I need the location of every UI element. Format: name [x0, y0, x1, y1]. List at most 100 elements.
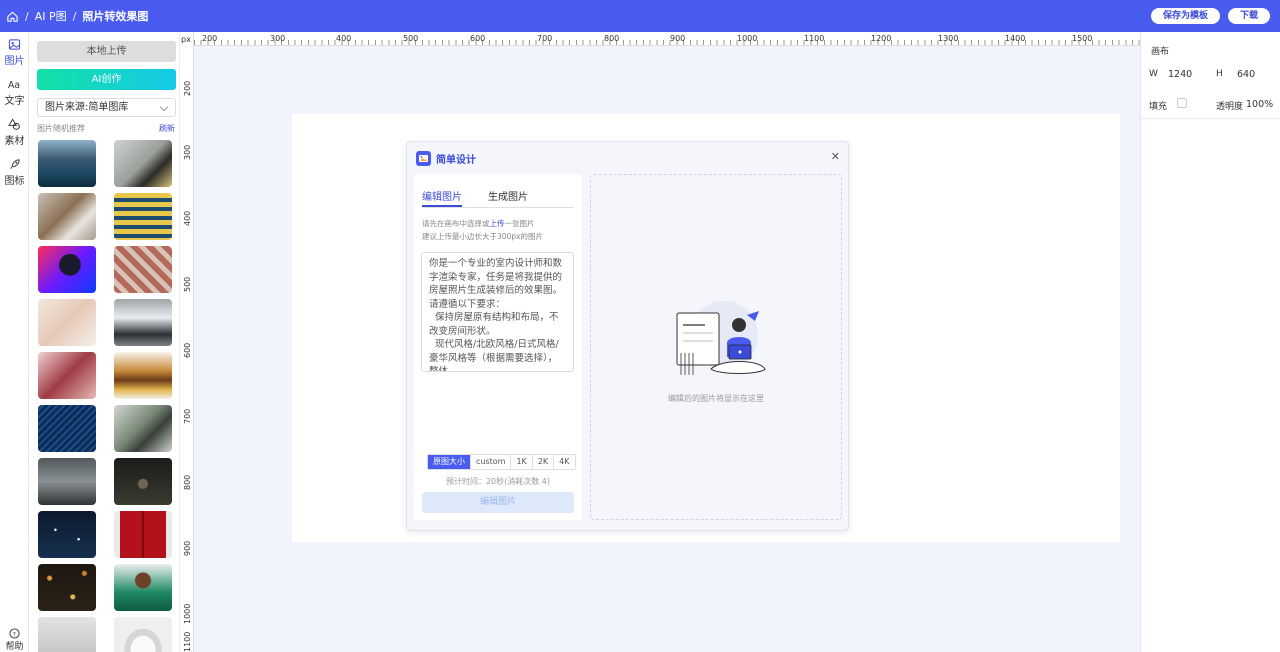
edit-image-button[interactable]: 编辑图片	[422, 492, 574, 513]
prompt-input[interactable]: 你是一个专业的室内设计师和数字渲染专家，任务是将我提供的房屋照片生成装修后的效果…	[421, 252, 574, 372]
hint-text: 一张图片	[504, 219, 535, 228]
thumbnail-neon-portrait[interactable]	[38, 246, 96, 293]
thumbnail-smiling-man[interactable]	[114, 564, 172, 611]
v-ruler-label: 800	[183, 474, 192, 490]
h-ruler-label: 1200	[871, 34, 892, 43]
chevron-down-icon	[159, 102, 169, 112]
thumbnail-arch[interactable]	[114, 617, 172, 652]
opacity-input[interactable]: 100%	[1246, 99, 1273, 110]
help-icon: ?	[9, 628, 20, 639]
h-ruler-label: 1000	[737, 34, 758, 43]
width-input[interactable]: 1240	[1168, 69, 1192, 80]
thumbnail-burger[interactable]	[114, 352, 172, 399]
v-ruler-label: 1100	[183, 631, 192, 652]
size-option-1k[interactable]: 1K	[511, 455, 533, 469]
rail-item-text[interactable]: Aa 文字	[0, 72, 29, 112]
properties-panel: 画布 W 1240 H 640 填充 透明度 100%	[1140, 32, 1280, 652]
v-ruler-label: 200	[183, 80, 192, 96]
thumbnail-mountain-lake[interactable]	[38, 140, 96, 187]
local-upload-button[interactable]: 本地上传	[37, 41, 176, 62]
height-input[interactable]: 640	[1237, 69, 1255, 80]
v-ruler-label: 300	[183, 144, 192, 160]
thumbnail-night-sky[interactable]	[38, 511, 96, 558]
h-ruler-label: 200	[202, 34, 218, 43]
thumbnail-blue-waves[interactable]	[38, 405, 96, 452]
properties-title: 画布	[1151, 47, 1170, 57]
rail-item-label: 图标	[4, 175, 25, 187]
breadcrumb-separator: /	[25, 9, 29, 23]
dialog-title-text: 简单设计	[436, 155, 476, 166]
h-ruler-label: 1400	[1005, 34, 1026, 43]
thumbnail-yellow-stripes[interactable]	[114, 193, 172, 240]
fill-color-swatch[interactable]	[1177, 98, 1187, 108]
upload-link[interactable]: 上传	[490, 219, 505, 228]
image-source-select[interactable]: 图片来源:简单图库	[37, 98, 176, 117]
svg-text:?: ?	[12, 630, 15, 638]
ai-create-button[interactable]: AI创作	[37, 69, 176, 90]
thumbnail-dog[interactable]	[38, 193, 96, 240]
refresh-link[interactable]: 刷新	[159, 123, 175, 134]
tool-rail: 图片 Aa 文字 素材 图标 ? 帮助	[0, 32, 29, 652]
hint-text: 请先在画布中选择或	[422, 219, 490, 228]
size-option-custom[interactable]: custom	[471, 455, 512, 469]
thumbnail-office[interactable]	[114, 405, 172, 452]
size-option-2k[interactable]: 2K	[533, 455, 555, 469]
tab-generate-image[interactable]: 生成图片	[488, 188, 528, 207]
thumbnail-bench[interactable]	[38, 458, 96, 505]
h-ruler-label: 1300	[938, 34, 959, 43]
thumbnail-aerial-city[interactable]	[114, 246, 172, 293]
tab-edit-image[interactable]: 编辑图片	[422, 188, 462, 207]
size-option-original[interactable]: 原图大小	[428, 455, 471, 469]
breadcrumb-current: 照片转效果图	[82, 10, 149, 23]
result-preview-area: 编辑后的图片将显示在这里	[590, 174, 842, 520]
thumbnail-pastel-hand[interactable]	[38, 299, 96, 346]
save-template-button[interactable]: 保存为模板	[1150, 8, 1220, 24]
app-logo-icon	[416, 151, 431, 166]
recommend-label: 图片随机推荐	[37, 124, 85, 133]
text-icon: Aa	[8, 80, 20, 91]
estimated-time: 预计时间：20秒(消耗次数 4)	[445, 477, 551, 486]
thumbnail-red-door[interactable]	[114, 511, 172, 558]
opacity-label: 透明度	[1216, 102, 1244, 112]
horizontal-ruler: 200 300 400 500 600 700 800 900 1000 110…	[194, 32, 1140, 46]
v-ruler-label: 600	[183, 342, 192, 358]
rail-item-image[interactable]: 图片	[0, 32, 29, 72]
upload-hint: 请先在画布中选择或上传一张图片 建议上传最小边长大于300px的图片	[422, 217, 577, 243]
download-button[interactable]: 下载	[1227, 8, 1270, 24]
home-icon[interactable]	[6, 10, 19, 23]
close-icon[interactable]: ✕	[831, 150, 840, 163]
thumbnail-woman-portrait[interactable]	[38, 352, 96, 399]
thumbnail-deer-night[interactable]	[114, 458, 172, 505]
rail-item-label: 文字	[4, 95, 25, 107]
h-ruler-label: 1100	[804, 34, 825, 43]
h-ruler-label: 800	[604, 34, 620, 43]
rail-item-label: 图片	[4, 55, 25, 67]
breadcrumb-item-ai-p[interactable]: AI P图	[35, 8, 67, 24]
h-ruler-label: 600	[470, 34, 486, 43]
dialog-left-pane: 编辑图片 生成图片 请先在画布中选择或上传一张图片 建议上传最小边长大于300p…	[414, 174, 582, 520]
h-ruler-label: 300	[270, 34, 286, 43]
rail-item-material[interactable]: 素材	[0, 112, 29, 152]
rail-item-label: 素材	[4, 135, 25, 147]
thumbnail-bokeh[interactable]	[38, 564, 96, 611]
divider	[1141, 118, 1280, 119]
h-ruler-label: 400	[336, 34, 352, 43]
help-button[interactable]: ? 帮助	[0, 628, 29, 652]
height-label: H	[1216, 69, 1223, 79]
breadcrumb-separator: /	[72, 9, 77, 23]
thumbnail-bus[interactable]	[114, 299, 172, 346]
result-placeholder-text: 编辑后的图片将显示在这里	[668, 394, 764, 403]
v-ruler-label: 700	[183, 408, 192, 424]
v-ruler-label: 400	[183, 210, 192, 226]
h-ruler-label: 900	[670, 34, 686, 43]
dialog-tabs: 编辑图片 生成图片	[422, 188, 574, 208]
shapes-icon	[8, 118, 20, 130]
dialog-title: 简单设计	[416, 151, 476, 166]
image-source-value: 图片来源:简单图库	[45, 102, 129, 113]
thumbnail-laptop-shop[interactable]	[114, 140, 172, 187]
svg-text:Aa: Aa	[8, 80, 20, 91]
thumbnail-statue[interactable]	[38, 617, 96, 652]
rail-item-icons[interactable]: 图标	[0, 152, 29, 192]
size-option-4k[interactable]: 4K	[554, 455, 574, 469]
width-label: W	[1149, 69, 1158, 79]
